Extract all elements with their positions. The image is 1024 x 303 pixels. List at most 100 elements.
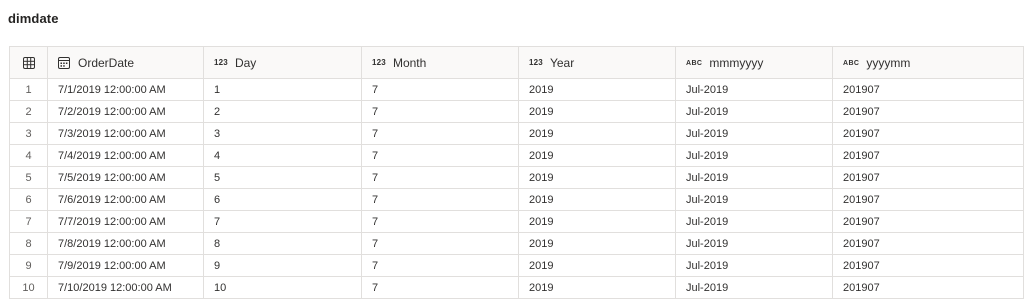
row-number[interactable]: 1	[9, 78, 48, 101]
column-label: yyyymm	[866, 55, 911, 70]
column-label: Year	[549, 55, 575, 70]
cell-orderdate[interactable]: 7/3/2019 12:00:00 AM	[47, 122, 204, 145]
cell-day[interactable]: 4	[203, 144, 362, 167]
column-header-month[interactable]: 123 Month	[361, 46, 519, 79]
cell-day[interactable]: 2	[203, 100, 362, 123]
cell-orderdate[interactable]: 7/10/2019 12:00:00 AM	[47, 276, 204, 299]
cell-month[interactable]: 7	[361, 144, 519, 167]
cell-year[interactable]: 2019	[518, 144, 676, 167]
cell-mmmyyyy[interactable]: Jul-2019	[675, 210, 833, 233]
cell-orderdate[interactable]: 7/2/2019 12:00:00 AM	[47, 100, 204, 123]
table-row[interactable]: 5 7/5/2019 12:00:00 AM 5 7 2019 Jul-2019 20190…	[9, 166, 1024, 189]
cell-day[interactable]: 6	[203, 188, 362, 211]
cell-yyyymm[interactable]: 201907	[832, 232, 1024, 255]
cell-yyyymm[interactable]: 201907	[832, 254, 1024, 277]
cell-yyyymm[interactable]: 201907	[832, 78, 1024, 101]
cell-month[interactable]: 7	[361, 210, 519, 233]
table-row[interactable]: 3 7/3/2019 12:00:00 AM 3 7 2019 Jul-2019 20190…	[9, 122, 1024, 145]
table-row[interactable]: 4 7/4/2019 12:00:00 AM 4 7 2019 Jul-2019 20190…	[9, 144, 1024, 167]
cell-day[interactable]: 9	[203, 254, 362, 277]
column-label: Month	[392, 55, 427, 70]
cell-mmmyyyy[interactable]: Jul-2019	[675, 166, 833, 189]
cell-year[interactable]: 2019	[518, 232, 676, 255]
table-title: dimdate	[8, 11, 59, 26]
cell-orderdate[interactable]: 7/6/2019 12:00:00 AM	[47, 188, 204, 211]
cell-year[interactable]: 2019	[518, 254, 676, 277]
row-number[interactable]: 5	[9, 166, 48, 189]
table-row[interactable]: 10 7/10/2019 12:00:00 AM 10 7 2019 Jul-2019 20…	[9, 276, 1024, 299]
number-type-icon: 123	[214, 57, 228, 67]
cell-orderdate[interactable]: 7/9/2019 12:00:00 AM	[47, 254, 204, 277]
column-header-day[interactable]: 123 Day	[203, 46, 362, 79]
cell-mmmyyyy[interactable]: Jul-2019	[675, 100, 833, 123]
cell-day[interactable]: 3	[203, 122, 362, 145]
number-type-icon: 123	[372, 57, 386, 67]
row-number[interactable]: 4	[9, 144, 48, 167]
cell-mmmyyyy[interactable]: Jul-2019	[675, 122, 833, 145]
cell-year[interactable]: 2019	[518, 100, 676, 123]
table-row[interactable]: 2 7/2/2019 12:00:00 AM 2 7 2019 Jul-2019 20190…	[9, 100, 1024, 123]
number-type-icon: 123	[529, 57, 543, 67]
cell-month[interactable]: 7	[361, 232, 519, 255]
cell-month[interactable]: 7	[361, 100, 519, 123]
cell-orderdate[interactable]: 7/8/2019 12:00:00 AM	[47, 232, 204, 255]
cell-month[interactable]: 7	[361, 188, 519, 211]
cell-year[interactable]: 2019	[518, 188, 676, 211]
cell-month[interactable]: 7	[361, 254, 519, 277]
cell-orderdate[interactable]: 7/4/2019 12:00:00 AM	[47, 144, 204, 167]
calendar-icon	[58, 56, 70, 69]
cell-yyyymm[interactable]: 201907	[832, 144, 1024, 167]
cell-mmmyyyy[interactable]: Jul-2019	[675, 78, 833, 101]
table-row[interactable]: 1 7/1/2019 12:00:00 AM 1 7 2019 Jul-2019 20190…	[9, 78, 1024, 101]
text-type-icon: ABC	[686, 59, 703, 67]
cell-day[interactable]: 1	[203, 78, 362, 101]
table-row[interactable]: 9 7/9/2019 12:00:00 AM 9 7 2019 Jul-2019 20190…	[9, 254, 1024, 277]
column-label: Day	[234, 55, 257, 70]
cell-day[interactable]: 8	[203, 232, 362, 255]
cell-yyyymm[interactable]: 201907	[832, 210, 1024, 233]
cell-year[interactable]: 2019	[518, 166, 676, 189]
cell-yyyymm[interactable]: 201907	[832, 166, 1024, 189]
select-all-header[interactable]	[9, 46, 48, 79]
cell-year[interactable]: 2019	[518, 122, 676, 145]
column-header-yyyymm[interactable]: ABC yyyymm	[832, 46, 1024, 79]
cell-orderdate[interactable]: 7/1/2019 12:00:00 AM	[47, 78, 204, 101]
cell-year[interactable]: 2019	[518, 210, 676, 233]
row-number[interactable]: 10	[9, 276, 48, 299]
row-number[interactable]: 9	[9, 254, 48, 277]
cell-yyyymm[interactable]: 201907	[832, 100, 1024, 123]
table-grid-icon	[22, 56, 35, 69]
cell-yyyymm[interactable]: 201907	[832, 188, 1024, 211]
cell-mmmyyyy[interactable]: Jul-2019	[675, 232, 833, 255]
column-header-mmmyyyy[interactable]: ABC mmmyyyy	[675, 46, 833, 79]
row-number[interactable]: 3	[9, 122, 48, 145]
table-row[interactable]: 8 7/8/2019 12:00:00 AM 8 7 2019 Jul-2019 20190…	[9, 232, 1024, 255]
row-number[interactable]: 7	[9, 210, 48, 233]
column-header-orderdate[interactable]: OrderDate	[47, 46, 204, 79]
cell-mmmyyyy[interactable]: Jul-2019	[675, 144, 833, 167]
row-number[interactable]: 8	[9, 232, 48, 255]
column-label: OrderDate	[78, 55, 135, 70]
column-header-year[interactable]: 123 Year	[518, 46, 676, 79]
table-row[interactable]: 6 7/6/2019 12:00:00 AM 6 7 2019 Jul-2019 20190…	[9, 188, 1024, 211]
row-number[interactable]: 6	[9, 188, 48, 211]
cell-month[interactable]: 7	[361, 78, 519, 101]
cell-mmmyyyy[interactable]: Jul-2019	[675, 188, 833, 211]
cell-orderdate[interactable]: 7/7/2019 12:00:00 AM	[47, 210, 204, 233]
cell-yyyymm[interactable]: 201907	[832, 122, 1024, 145]
cell-month[interactable]: 7	[361, 276, 519, 299]
header-row: OrderDate 123 Day 123 Month 123 Year ABC mmm…	[9, 46, 1024, 79]
cell-orderdate[interactable]: 7/5/2019 12:00:00 AM	[47, 166, 204, 189]
cell-mmmyyyy[interactable]: Jul-2019	[675, 276, 833, 299]
cell-year[interactable]: 2019	[518, 78, 676, 101]
cell-day[interactable]: 5	[203, 166, 362, 189]
cell-mmmyyyy[interactable]: Jul-2019	[675, 254, 833, 277]
cell-yyyymm[interactable]: 201907	[832, 276, 1024, 299]
cell-month[interactable]: 7	[361, 166, 519, 189]
cell-day[interactable]: 7	[203, 210, 362, 233]
row-number[interactable]: 2	[9, 100, 48, 123]
cell-day[interactable]: 10	[203, 276, 362, 299]
table-row[interactable]: 7 7/7/2019 12:00:00 AM 7 7 2019 Jul-2019 20190…	[9, 210, 1024, 233]
cell-month[interactable]: 7	[361, 122, 519, 145]
cell-year[interactable]: 2019	[518, 276, 676, 299]
